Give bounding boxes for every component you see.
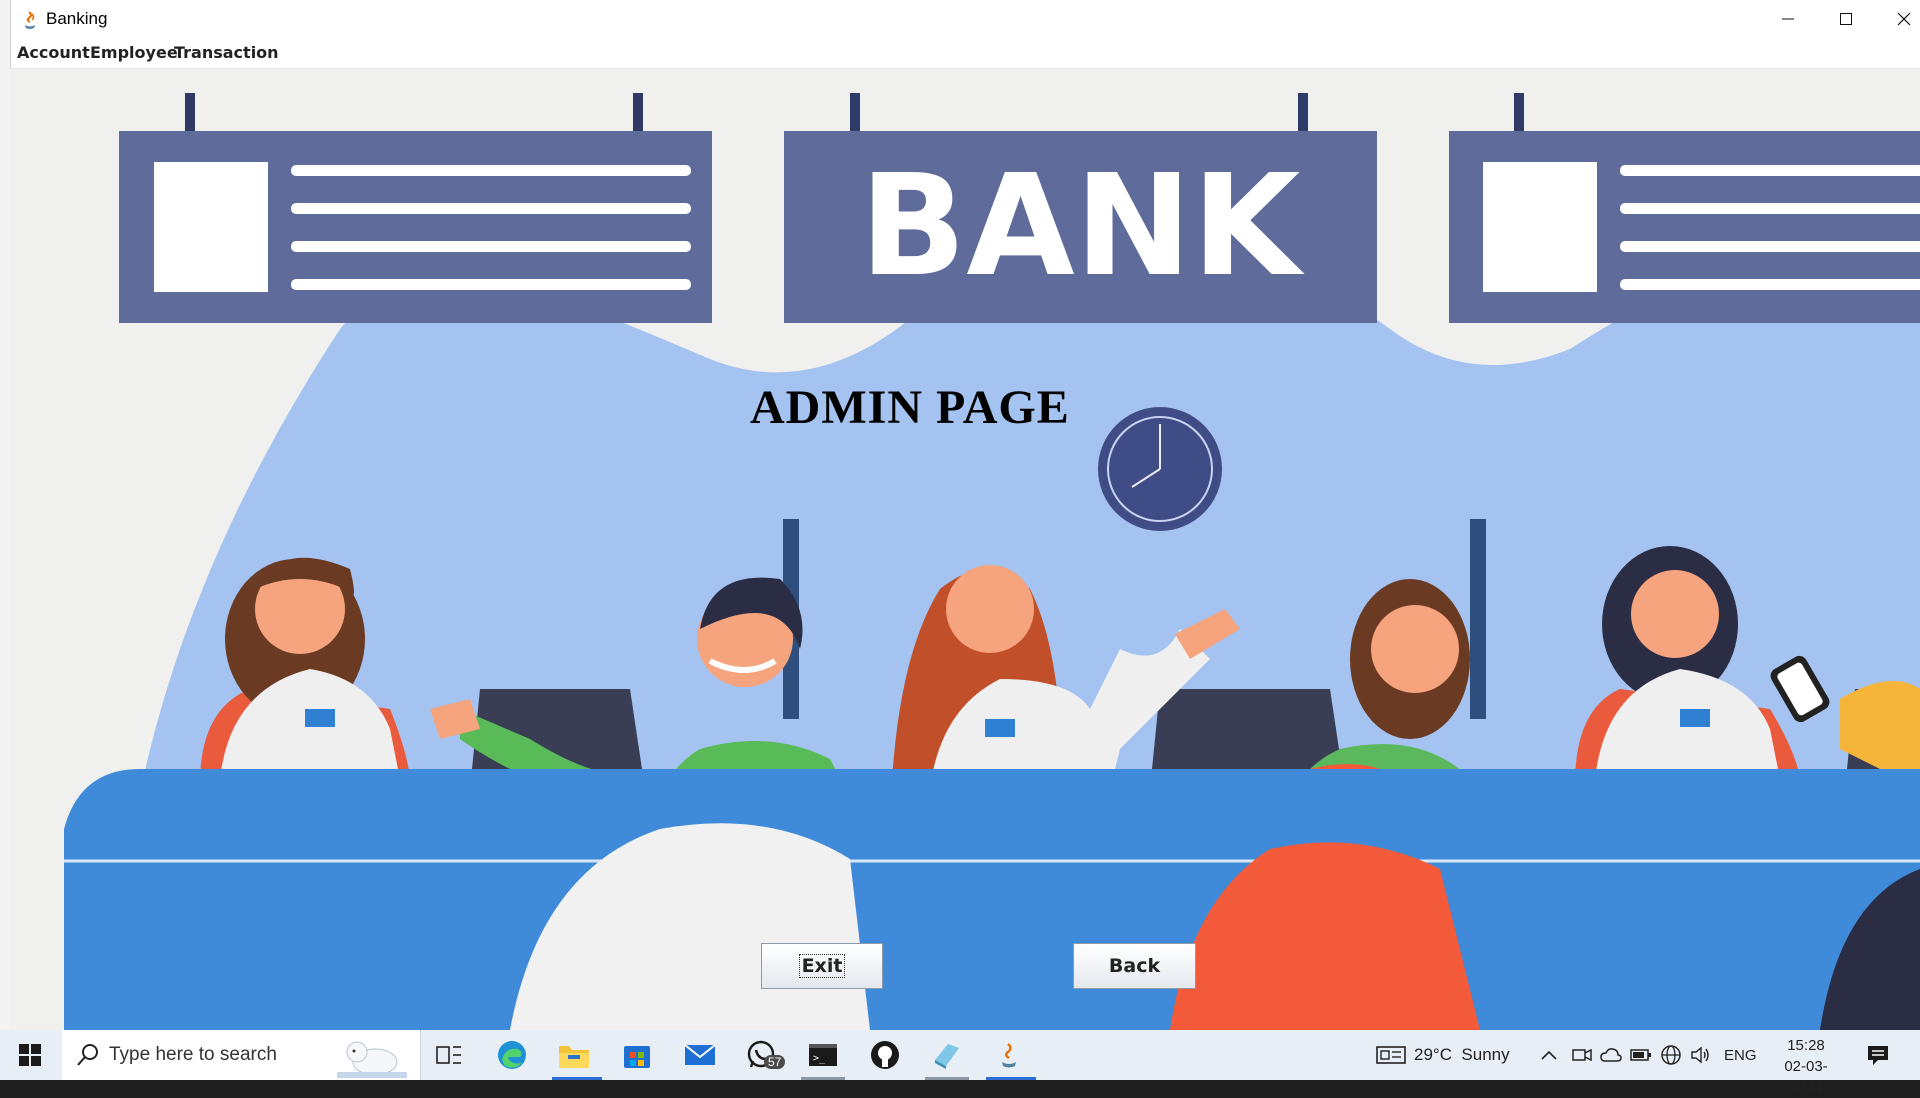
bank-sign: BANK bbox=[784, 131, 1377, 323]
back-button-label: Back bbox=[1108, 955, 1161, 977]
volume-button[interactable] bbox=[1690, 1030, 1712, 1080]
chevron-up-icon bbox=[1541, 1050, 1557, 1060]
java-icon bbox=[1002, 1043, 1016, 1068]
microsoft-store-app[interactable] bbox=[620, 1038, 654, 1072]
show-hidden-icons-button[interactable] bbox=[1540, 1030, 1558, 1080]
task-view-icon bbox=[436, 1046, 461, 1064]
clock-time: 15:28 bbox=[1787, 1037, 1825, 1054]
app-window: Banking Account Employee Transaction BAN… bbox=[0, 0, 1920, 1030]
minimize-button[interactable] bbox=[1765, 0, 1811, 38]
taskbar-search[interactable]: Type here to search bbox=[62, 1030, 421, 1080]
taskbar: Type here to search 57 >_ 29°C Sunny ENG… bbox=[0, 1030, 1920, 1096]
clock-date: 02-03-2024 bbox=[1784, 1058, 1828, 1096]
terminal-icon: >_ bbox=[809, 1044, 837, 1066]
bank-sign-text: BANK bbox=[860, 145, 1305, 308]
clock[interactable]: 15:28 02-03-2024 bbox=[1768, 1035, 1844, 1098]
close-icon bbox=[1897, 12, 1911, 26]
search-placeholder: Type here to search bbox=[109, 1044, 277, 1065]
page-title: ADMIN PAGE bbox=[750, 381, 1070, 434]
maximize-button[interactable] bbox=[1823, 0, 1869, 38]
onedrive-button[interactable] bbox=[1600, 1030, 1622, 1080]
minimize-icon bbox=[1782, 18, 1794, 20]
language-indicator[interactable]: ENG bbox=[1724, 1030, 1757, 1080]
back-button[interactable]: Back bbox=[1073, 943, 1196, 989]
title-bar: Banking bbox=[0, 0, 1920, 38]
whatsapp-badge: 57 bbox=[764, 1055, 786, 1069]
menu-employee[interactable]: Employee bbox=[90, 43, 178, 62]
right-sign bbox=[1449, 131, 1920, 323]
notifications-button[interactable] bbox=[1866, 1030, 1890, 1080]
folder-icon bbox=[559, 1046, 589, 1068]
globe-icon bbox=[1661, 1045, 1681, 1065]
svg-text:>_: >_ bbox=[813, 1053, 826, 1064]
search-icon bbox=[77, 1044, 98, 1066]
notes-app[interactable] bbox=[930, 1038, 964, 1072]
weather-text: 29°C Sunny bbox=[1414, 1045, 1510, 1064]
front-desk bbox=[64, 769, 1920, 1030]
mail-icon bbox=[684, 1044, 716, 1065]
menu-transaction[interactable]: Transaction bbox=[174, 43, 279, 62]
java-icon bbox=[25, 11, 35, 29]
java-app[interactable] bbox=[992, 1038, 1026, 1072]
whatsapp-app[interactable]: 57 bbox=[745, 1038, 786, 1072]
close-button[interactable] bbox=[1881, 0, 1920, 38]
network-button[interactable] bbox=[1660, 1030, 1682, 1080]
terminal-app[interactable]: >_ bbox=[806, 1038, 840, 1072]
exit-button[interactable]: Exit bbox=[761, 943, 883, 989]
github-icon bbox=[871, 1041, 899, 1069]
speaker-icon bbox=[1691, 1046, 1709, 1064]
notification-icon bbox=[1868, 1046, 1888, 1065]
exit-button-label: Exit bbox=[798, 954, 846, 978]
bank-illustration: BANK bbox=[64, 93, 1920, 1030]
battery-icon bbox=[1630, 1049, 1651, 1061]
wall-clock-icon bbox=[1098, 407, 1222, 531]
battery-button[interactable] bbox=[1630, 1030, 1652, 1080]
meet-icon bbox=[1572, 1048, 1592, 1062]
menu-account[interactable]: Account bbox=[17, 43, 90, 62]
left-sign bbox=[119, 131, 712, 323]
weather-icon bbox=[1376, 1046, 1406, 1064]
language-text: ENG bbox=[1724, 1046, 1757, 1064]
window-title: Banking bbox=[46, 9, 108, 28]
mail-app[interactable] bbox=[683, 1038, 717, 1072]
windows-icon bbox=[19, 1044, 41, 1066]
notes-icon bbox=[935, 1044, 959, 1069]
weather-widget[interactable]: 29°C Sunny bbox=[1376, 1030, 1510, 1080]
github-app[interactable] bbox=[868, 1038, 902, 1072]
meet-now-button[interactable] bbox=[1572, 1030, 1592, 1080]
start-button[interactable] bbox=[13, 1038, 47, 1072]
admin-panel: BANK ADMIN PAGE Exit Back bbox=[10, 69, 1920, 1030]
polar-bear-icon bbox=[337, 1041, 407, 1078]
edge-app[interactable] bbox=[495, 1038, 529, 1072]
cloud-icon bbox=[1600, 1048, 1622, 1062]
edge-icon bbox=[498, 1041, 526, 1069]
menu-bar: Account Employee Transaction bbox=[10, 38, 1920, 69]
task-view-button[interactable] bbox=[432, 1038, 466, 1072]
store-icon bbox=[624, 1046, 650, 1068]
maximize-icon bbox=[1840, 13, 1852, 25]
file-explorer-app[interactable] bbox=[557, 1038, 591, 1072]
